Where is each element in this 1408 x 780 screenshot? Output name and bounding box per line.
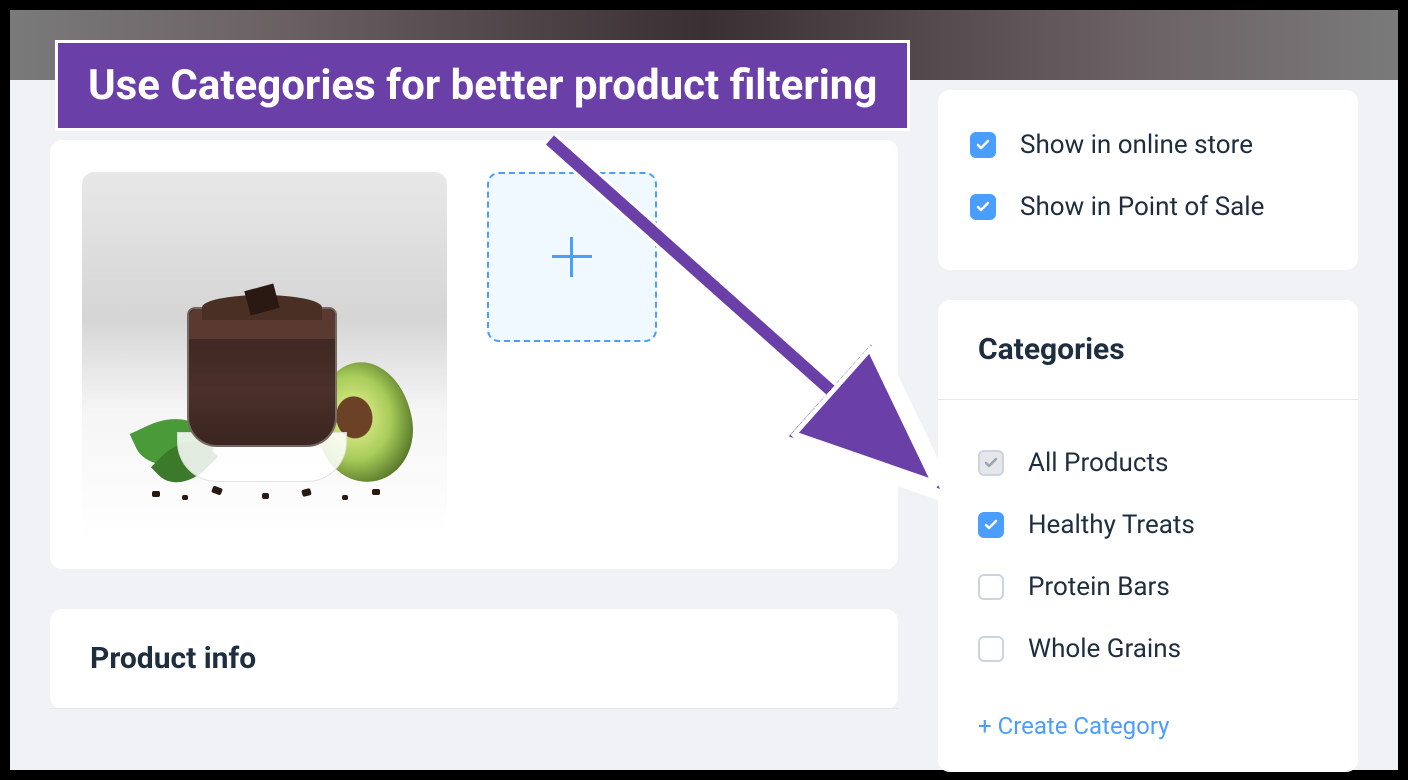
category-label: Protein Bars	[1028, 572, 1170, 602]
checkbox-protein-bars[interactable]	[978, 574, 1004, 600]
product-image[interactable]	[82, 172, 447, 537]
check-icon	[983, 455, 999, 471]
plus-icon	[552, 237, 592, 277]
category-item-whole-grains[interactable]: Whole Grains	[978, 634, 1318, 664]
check-icon	[975, 137, 991, 153]
categories-card: Categories All Products Healthy Treats	[938, 300, 1358, 772]
category-label: All Products	[1028, 448, 1168, 478]
right-column: Show in online store Show in Point of Sa…	[938, 80, 1358, 770]
categories-header: Categories	[938, 300, 1358, 400]
categories-body: All Products Healthy Treats Protein Bars…	[938, 400, 1358, 772]
left-column: Product info	[50, 80, 898, 770]
category-label: Healthy Treats	[1028, 510, 1195, 540]
visibility-item-online-store[interactable]: Show in online store	[970, 130, 1326, 160]
category-label: Whole Grains	[1028, 634, 1181, 664]
create-category-link[interactable]: + Create Category	[978, 712, 1170, 740]
check-icon	[975, 199, 991, 215]
checkbox-pos[interactable]	[970, 194, 996, 220]
category-item-protein-bars[interactable]: Protein Bars	[978, 572, 1318, 602]
visibility-item-pos[interactable]: Show in Point of Sale	[970, 192, 1326, 222]
checkbox-online-store[interactable]	[970, 132, 996, 158]
category-item-healthy-treats[interactable]: Healthy Treats	[978, 510, 1318, 540]
check-icon	[983, 517, 999, 533]
category-item-all-products[interactable]: All Products	[978, 448, 1318, 478]
add-image-button[interactable]	[487, 172, 657, 342]
checkbox-all-products[interactable]	[978, 450, 1004, 476]
checkbox-whole-grains[interactable]	[978, 636, 1004, 662]
images-card	[50, 140, 898, 569]
main-content: Product info Show in online store Show i…	[10, 80, 1398, 770]
categories-title: Categories	[978, 332, 1318, 367]
product-info-card: Product info	[50, 609, 898, 709]
visibility-label: Show in online store	[1020, 130, 1253, 160]
visibility-label: Show in Point of Sale	[1020, 192, 1264, 222]
product-info-header: Product info	[50, 609, 898, 709]
product-info-title: Product info	[90, 641, 858, 676]
callout-text: Use Categories for better product filter…	[88, 61, 877, 110]
callout-banner: Use Categories for better product filter…	[55, 40, 910, 131]
checkbox-healthy-treats[interactable]	[978, 512, 1004, 538]
visibility-card: Show in online store Show in Point of Sa…	[938, 90, 1358, 270]
